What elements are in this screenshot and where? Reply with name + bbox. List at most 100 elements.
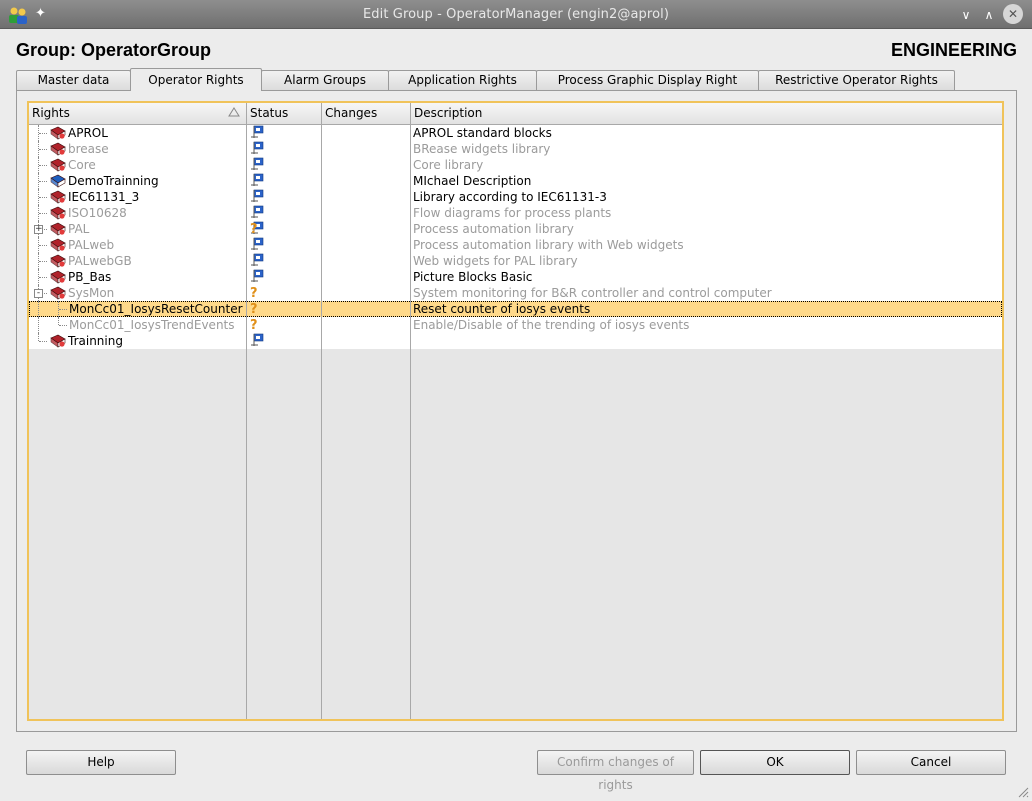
table-row[interactable]: PB_Bas Picture Blocks Basic (29, 269, 1002, 285)
chevron-up-icon[interactable]: ∧ (980, 6, 998, 24)
group-title: Group: OperatorGroup (16, 40, 211, 60)
red-book-icon (50, 222, 66, 236)
rights-name: IEC61131_3 (68, 190, 140, 204)
engineering-label: ENGINEERING (890, 40, 1017, 60)
table-row[interactable]: PALweb Process automation library with We… (29, 237, 1002, 253)
status-flag-icon (251, 253, 264, 266)
table-row[interactable]: APROL APROL standard blocks (29, 125, 1002, 141)
column-header-description[interactable]: Description (411, 103, 1002, 124)
status-flag-icon (251, 205, 264, 218)
rights-name: PALwebGB (68, 254, 132, 268)
resize-grip-icon[interactable] (1017, 786, 1029, 798)
svg-text:?: ? (250, 286, 258, 299)
help-button[interactable]: Help (26, 750, 176, 775)
tab-alarm-groups[interactable]: Alarm Groups (261, 70, 389, 90)
blue-book-icon (50, 174, 66, 188)
status-flag-icon (251, 125, 264, 138)
status-question-icon: ? (250, 318, 258, 331)
table-row[interactable]: - SysMon? System monitoring for B&R contro… (29, 285, 1002, 301)
rights-name: ISO10628 (68, 206, 127, 220)
status-flag-icon (251, 189, 264, 202)
table-row[interactable]: IEC61131_3 Library according to IEC61131-… (29, 189, 1002, 205)
close-icon[interactable]: ✕ (1003, 4, 1023, 24)
column-header-status[interactable]: Status (247, 103, 322, 124)
description-cell: Picture Blocks Basic (413, 270, 533, 284)
tree-line (39, 245, 47, 246)
tree-line (39, 133, 47, 134)
description-cell: Enable/Disable of the trending of iosys … (413, 318, 690, 332)
red-book-icon (50, 270, 66, 284)
tree-line (58, 317, 59, 325)
description-cell: Process automation library with Web widg… (413, 238, 684, 252)
column-divider (410, 125, 411, 719)
tree-line (39, 197, 47, 198)
tree-line (59, 325, 67, 326)
rights-name: Core (68, 158, 96, 172)
status-flag-icon (251, 157, 264, 170)
rights-name: DemoTrainning (68, 174, 159, 188)
description-cell: MIchael Description (413, 174, 532, 188)
tree-line (38, 317, 39, 333)
cancel-button[interactable]: Cancel (856, 750, 1006, 775)
column-header-rights[interactable]: Rights (29, 103, 247, 124)
table-row[interactable]: brease BRease widgets library (29, 141, 1002, 157)
chevron-down-icon[interactable]: ∨ (957, 6, 975, 24)
rights-name: PAL (68, 222, 90, 236)
selection-outline (29, 301, 1002, 317)
status-flag-icon (251, 333, 264, 346)
expand-icon[interactable]: + (34, 225, 43, 234)
table-row[interactable]: PALwebGB Web widgets for PAL library (29, 253, 1002, 269)
tab-process-graphic-display-right[interactable]: Process Graphic Display Right (536, 70, 759, 90)
window-title: Edit Group - OperatorManager (engin2@apr… (362, 7, 670, 22)
red-book-icon (50, 142, 66, 156)
status-flag-icon (251, 269, 264, 282)
rights-name: APROL (68, 126, 108, 140)
red-book-icon (50, 286, 66, 300)
window-titlebar[interactable]: ✦ Edit Group - OperatorManager (engin2@a… (0, 0, 1032, 29)
description-cell: BRease widgets library (413, 142, 551, 156)
column-header-changes[interactable]: Changes (322, 103, 411, 124)
tab-master-data[interactable]: Master data (16, 70, 131, 90)
rights-name: PB_Bas (68, 270, 112, 284)
table-row[interactable]: MonCc01_IosysResetCounter? Reset counter … (29, 301, 1002, 317)
tab-operator-rights[interactable]: Operator Rights (130, 68, 262, 91)
status-question-icon: ? (250, 286, 258, 299)
sort-ascending-icon (228, 107, 240, 117)
description-cell: System monitoring for B&R controller and… (413, 286, 772, 300)
description-cell: APROL standard blocks (413, 126, 552, 140)
confirm-changes-button[interactable]: Confirm changes of rights (537, 750, 694, 792)
status-flag-icon (251, 173, 264, 186)
red-book-icon (50, 158, 66, 172)
red-book-icon (50, 206, 66, 220)
column-divider (321, 125, 322, 719)
svg-text:?: ? (250, 222, 258, 235)
rights-table: Rights Status Changes Description APROL A… (27, 101, 1004, 721)
table-row[interactable]: Trainning (29, 333, 1002, 349)
rights-name: brease (68, 142, 109, 156)
svg-text:?: ? (250, 318, 258, 331)
tree-line (39, 165, 47, 166)
tab-restrictive-operator-rights[interactable]: Restrictive Operator Rights (758, 70, 955, 90)
table-row[interactable]: DemoTrainning MIchael Description (29, 173, 1002, 189)
rights-name: MonCc01_IosysTrendEvents (69, 318, 235, 332)
tree-line (39, 149, 47, 150)
status-flag-icon (251, 141, 264, 154)
red-book-icon (50, 334, 66, 348)
tree-line (39, 213, 47, 214)
table-row[interactable]: Core Core library (29, 157, 1002, 173)
table-row[interactable]: MonCc01_IosysTrendEvents? Enable/Disable … (29, 317, 1002, 333)
table-header: Rights Status Changes Description (29, 103, 1002, 125)
red-book-icon (50, 190, 66, 204)
description-cell: Process automation library (413, 222, 574, 236)
rights-name: SysMon (68, 286, 115, 300)
status-question-icon: ? (250, 221, 264, 235)
description-cell: Core library (413, 158, 484, 172)
collapse-icon[interactable]: - (34, 289, 43, 298)
description-cell: Library according to IEC61131-3 (413, 190, 607, 204)
rights-name: PALweb (68, 238, 115, 252)
ok-button[interactable]: OK (700, 750, 850, 775)
table-row[interactable]: ISO10628 Flow diagrams for process plants (29, 205, 1002, 221)
red-book-icon (50, 126, 66, 140)
table-row[interactable]: + PAL? Process automation library (29, 221, 1002, 237)
tab-application-rights[interactable]: Application Rights (388, 70, 537, 90)
